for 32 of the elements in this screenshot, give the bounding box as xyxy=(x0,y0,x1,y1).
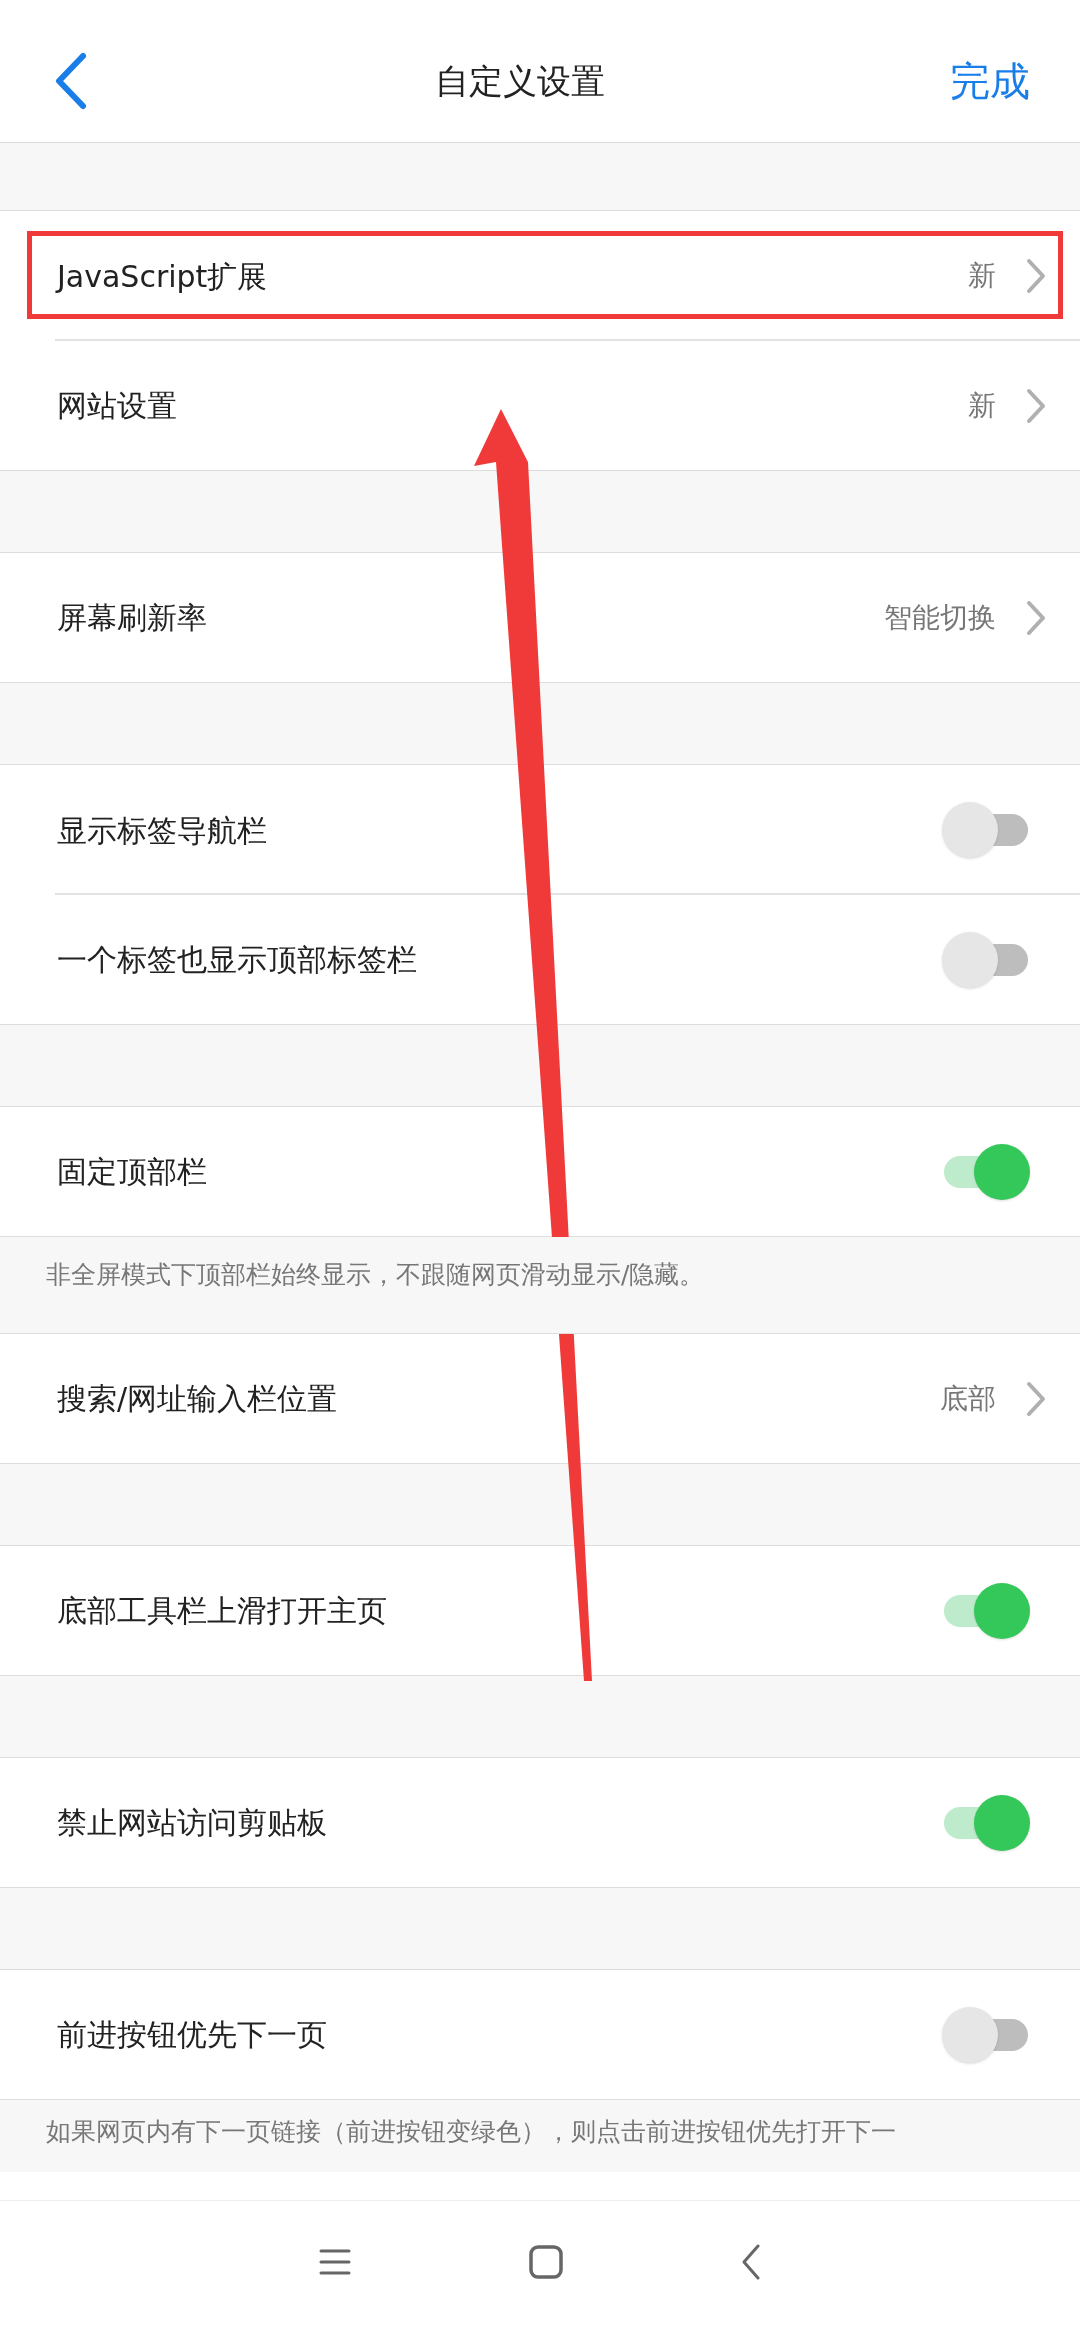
note-text: 如果网页内有下一页链接（前进按钮变绿色），则点击前进按钮优先打开下一 xyxy=(46,2117,896,2146)
toggle-switch[interactable] xyxy=(942,1794,1030,1851)
square-icon xyxy=(529,2244,563,2279)
toggle-switch[interactable] xyxy=(942,802,1030,858)
back-icon xyxy=(741,2243,761,2280)
row-label: JavaScript扩展 xyxy=(57,257,269,296)
toggle-switch[interactable] xyxy=(942,931,1030,988)
row-label: 屏幕刷新率 xyxy=(57,599,208,637)
row-value: 智能切换 xyxy=(884,599,996,636)
row-value: 新 xyxy=(968,387,996,424)
row-label: 禁止网站访问剪贴板 xyxy=(57,1804,328,1842)
note-text: 非全屏模式下顶部栏始终显示，不跟随网页滑动显示/隐藏。 xyxy=(46,1260,705,1289)
chevron-icon xyxy=(1026,599,1046,636)
row-label: 搜索/网址输入栏位置 xyxy=(57,1380,339,1418)
chevron-icon xyxy=(1026,1380,1046,1417)
toggle-switch[interactable] xyxy=(942,1143,1030,1200)
menu-icon xyxy=(319,2247,351,2276)
chevron-icon xyxy=(1026,387,1046,424)
row-label: 前进按钮优先下一页 xyxy=(57,2016,328,2054)
row-value: 新 xyxy=(968,258,996,294)
toggle-switch[interactable] xyxy=(942,1582,1030,1639)
done-button[interactable]: 完成 xyxy=(950,51,1030,111)
row-value: 底部 xyxy=(940,1380,996,1417)
row-label: 一个标签也显示顶部标签栏 xyxy=(57,941,418,979)
chevron-icon xyxy=(1026,258,1046,294)
row-label: 固定顶部栏 xyxy=(57,1153,208,1191)
back-icon xyxy=(53,52,87,110)
row-label: 网站设置 xyxy=(57,387,178,425)
page-title: 自定义设置 xyxy=(435,59,605,103)
row-label: 底部工具栏上滑打开主页 xyxy=(57,1592,388,1630)
row-label: 显示标签导航栏 xyxy=(57,811,268,850)
toggle-switch[interactable] xyxy=(942,2006,1030,2063)
